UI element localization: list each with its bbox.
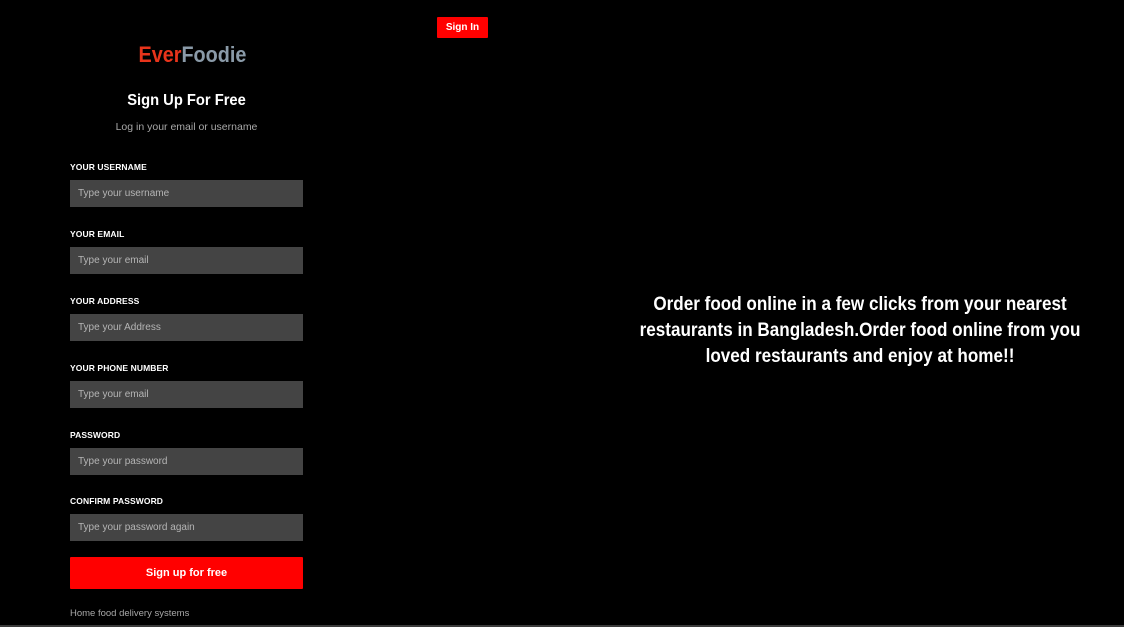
username-input[interactable] bbox=[70, 180, 303, 207]
hero-text: Order food online in a few clicks from y… bbox=[639, 294, 1081, 367]
email-input[interactable] bbox=[70, 247, 303, 274]
password-input[interactable] bbox=[70, 448, 303, 475]
signup-page: Sign In EverFoodie Sign Up For Free Log … bbox=[0, 0, 1124, 627]
brand-logo-part-ever: Ever bbox=[138, 42, 182, 67]
confirm-password-label: CONFIRM PASSWORD bbox=[70, 496, 164, 506]
phone-input[interactable] bbox=[70, 381, 303, 408]
sign-in-button[interactable]: Sign In bbox=[437, 17, 488, 38]
brand-logo[interactable]: EverFoodie bbox=[138, 42, 247, 68]
phone-label: YOUR PHONE NUMBER bbox=[70, 363, 169, 373]
form-subtitle: Log in your email or username bbox=[115, 121, 258, 133]
footer-note: Home food delivery systems bbox=[70, 608, 190, 619]
address-input[interactable] bbox=[70, 314, 303, 341]
brand-logo-part-foodie: Foodie bbox=[181, 42, 247, 67]
sign-up-button[interactable]: Sign up for free bbox=[70, 557, 303, 589]
confirm-password-input[interactable] bbox=[70, 514, 303, 541]
form-title: Sign Up For Free bbox=[127, 92, 246, 109]
address-label: YOUR ADDRESS bbox=[70, 296, 140, 306]
email-label: YOUR EMAIL bbox=[70, 229, 125, 239]
password-label: PASSWORD bbox=[70, 430, 121, 440]
username-label: YOUR USERNAME bbox=[70, 162, 147, 172]
